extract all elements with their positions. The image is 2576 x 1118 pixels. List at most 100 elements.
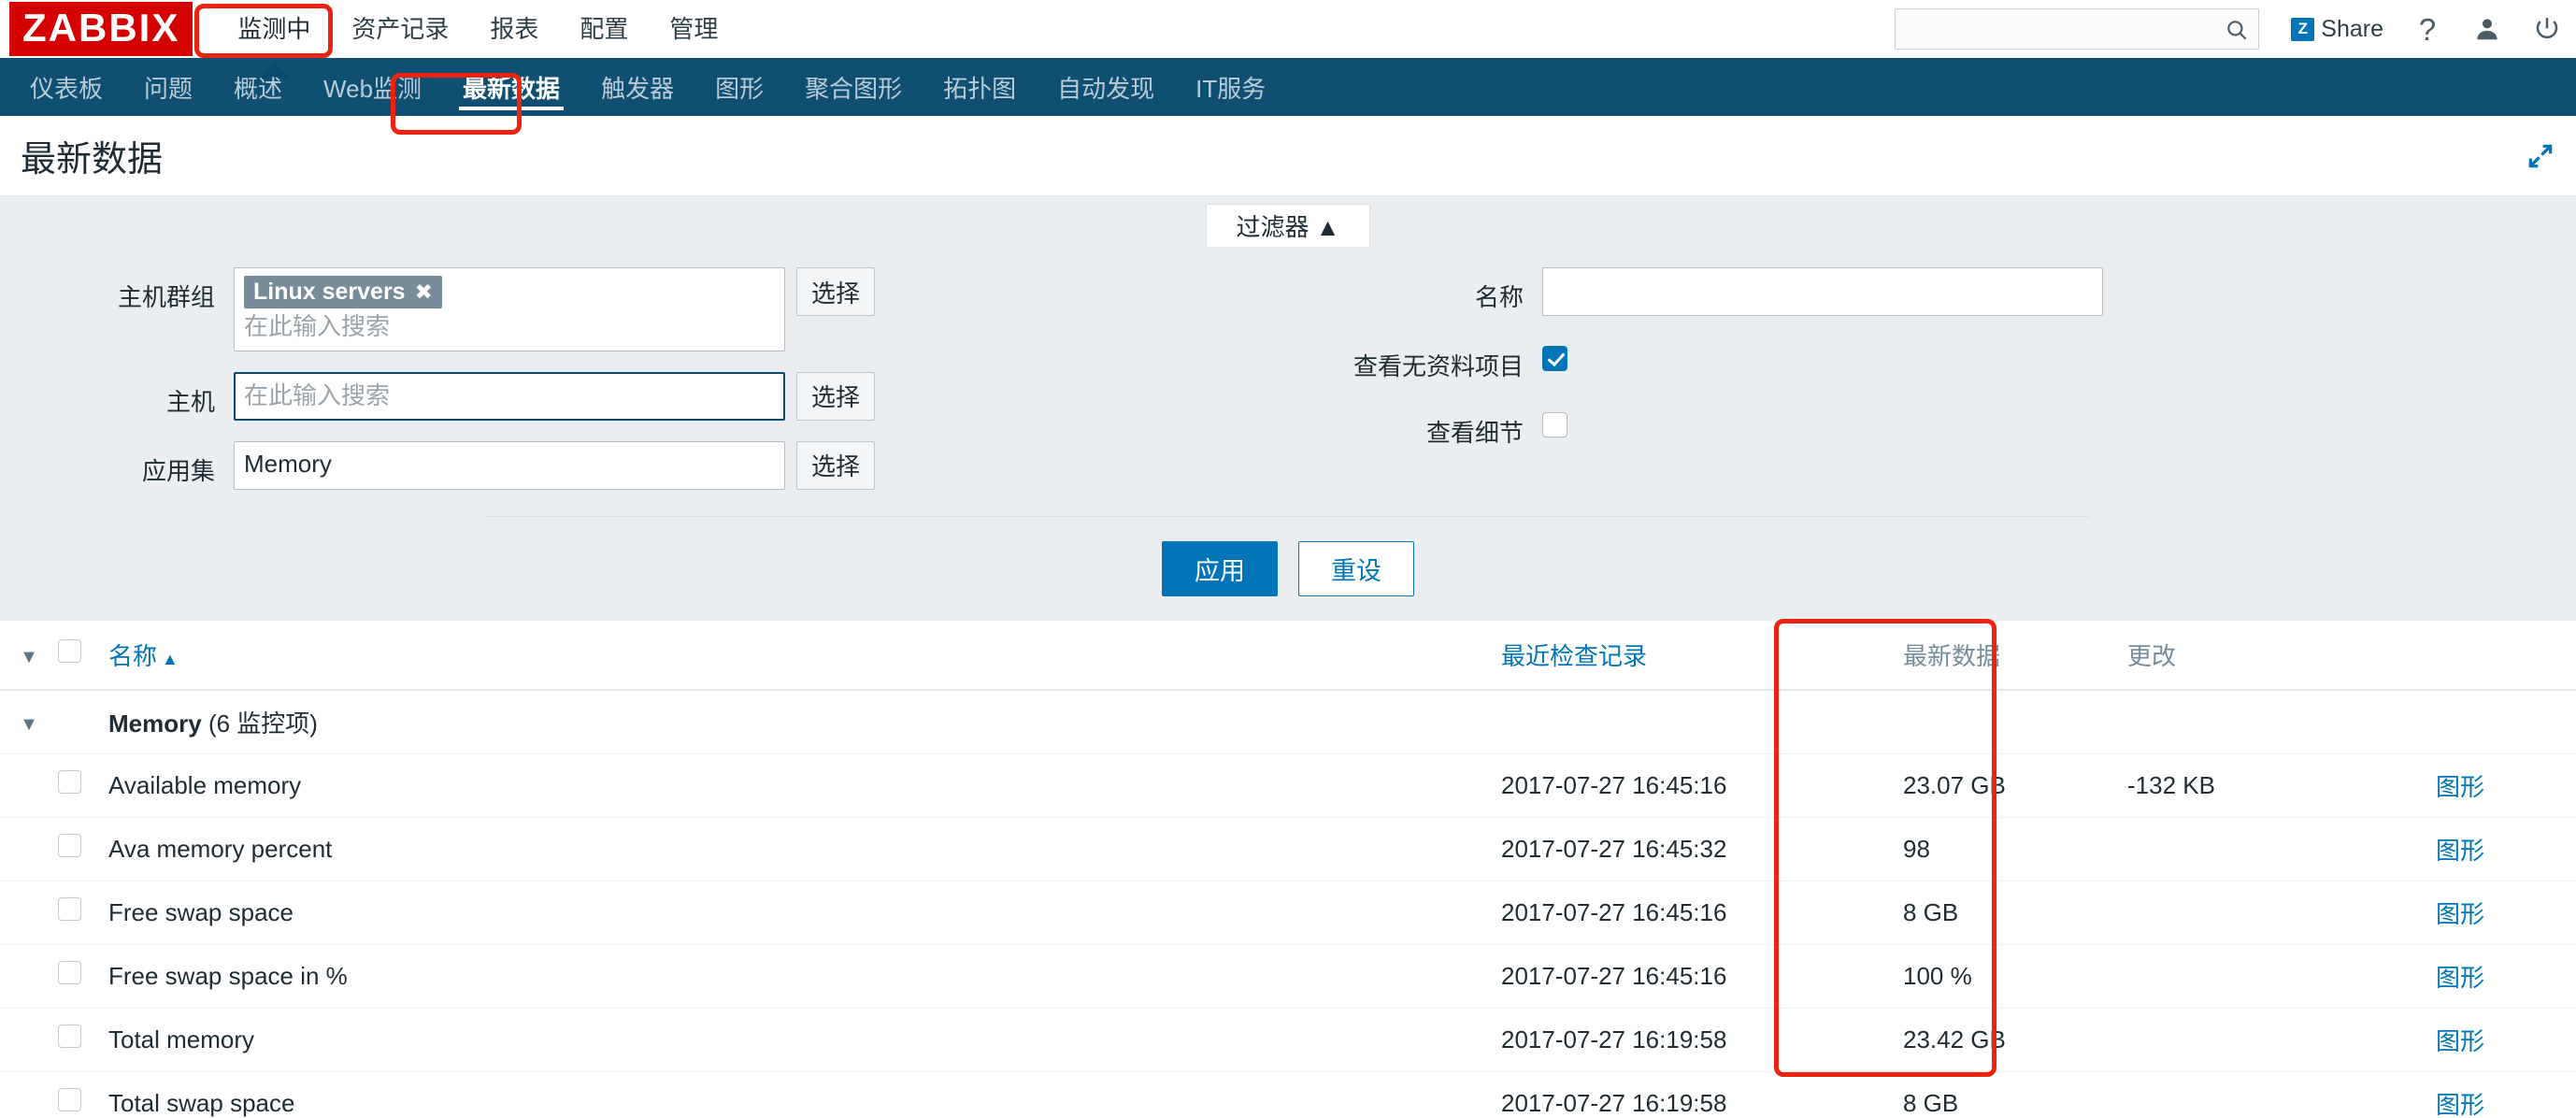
row-last-check: 2017-07-27 16:19:58 bbox=[1501, 1071, 1903, 1118]
graph-link[interactable]: 图形 bbox=[2436, 1091, 2484, 1118]
application-input[interactable]: Memory bbox=[234, 440, 785, 490]
select-all-checkbox[interactable] bbox=[58, 639, 81, 664]
group-collapse-toggle[interactable]: ▼ bbox=[0, 689, 58, 754]
graph-link[interactable]: 图形 bbox=[2436, 837, 2484, 865]
show-details-checkbox[interactable] bbox=[1542, 412, 1567, 437]
application-value: Memory bbox=[244, 449, 332, 478]
hostgroup-select-button[interactable]: 选择 bbox=[796, 267, 875, 316]
row-spacer bbox=[0, 881, 58, 945]
show-without-data-checkbox[interactable] bbox=[1542, 346, 1567, 371]
main-nav-label: 管理 bbox=[669, 15, 719, 43]
subnav-item-discovery[interactable]: 自动发现 bbox=[1037, 58, 1175, 116]
hostgroup-chip[interactable]: Linux servers ✖ bbox=[244, 276, 442, 308]
filter-section: 过滤器 ▲ 主机群组 Linux servers ✖ 在此输入搜索 选择 主机 … bbox=[0, 196, 2576, 621]
row-change: -132 KB bbox=[2127, 753, 2436, 818]
main-nav-item-monitoring[interactable]: 监测中 bbox=[217, 7, 331, 79]
subnav-label: 触发器 bbox=[601, 74, 675, 103]
subnav-item-screens[interactable]: 聚合图形 bbox=[784, 58, 923, 116]
logout-button[interactable] bbox=[2531, 13, 2563, 45]
row-item-name: Free swap space bbox=[108, 881, 1501, 945]
row-last-check: 2017-07-27 16:45:32 bbox=[1501, 817, 1903, 882]
share-button[interactable]: Z Share bbox=[2291, 16, 2383, 43]
host-multiselect[interactable]: 在此输入搜索 bbox=[234, 371, 785, 421]
row-item-name: Total swap space bbox=[108, 1071, 1501, 1118]
filter-hostgroup-label: 主机群组 bbox=[117, 283, 215, 311]
user-profile-button[interactable] bbox=[2471, 13, 2503, 45]
row-last-value: 98 bbox=[1903, 817, 2127, 882]
filter-tab-toggle[interactable]: 过滤器 ▲ bbox=[1205, 204, 1371, 247]
row-change bbox=[2127, 881, 2436, 945]
row-last-check: 2017-07-27 16:45:16 bbox=[1501, 944, 1903, 1009]
close-icon[interactable]: ✖ bbox=[415, 280, 433, 305]
row-checkbox[interactable] bbox=[58, 1088, 81, 1112]
subnav-item-overview[interactable]: 概述 bbox=[213, 58, 303, 116]
host-placeholder: 在此输入搜索 bbox=[244, 380, 391, 409]
main-nav-item-configuration[interactable]: 配置 bbox=[559, 7, 649, 50]
main-nav-label: 监测中 bbox=[237, 15, 311, 43]
column-header-graph bbox=[2436, 620, 2576, 691]
row-select-cell[interactable] bbox=[58, 881, 108, 945]
subnav-item-graphs[interactable]: 图形 bbox=[694, 58, 784, 116]
zabbix-logo[interactable]: ZABBIX bbox=[9, 2, 193, 56]
main-nav-label: 配置 bbox=[580, 15, 629, 43]
name-input[interactable] bbox=[1542, 267, 2103, 316]
subnav-item-triggers[interactable]: 触发器 bbox=[580, 58, 694, 116]
collapse-all-toggle[interactable]: ▼ bbox=[0, 620, 58, 691]
group-graph-cell bbox=[2436, 689, 2576, 754]
chevron-down-icon: ▼ bbox=[20, 713, 38, 735]
main-nav-item-administration[interactable]: 管理 bbox=[649, 7, 738, 50]
global-search[interactable] bbox=[1895, 8, 2260, 50]
subnav-item-problems[interactable]: 问题 bbox=[123, 58, 213, 116]
row-select-cell[interactable] bbox=[58, 944, 108, 1009]
row-change bbox=[2127, 817, 2436, 882]
row-checkbox[interactable] bbox=[58, 897, 81, 922]
column-header-name[interactable]: 名称 ▲ bbox=[108, 620, 1501, 691]
subnav-item-latest-data[interactable]: 最新数据 bbox=[442, 58, 580, 116]
row-last-value: 23.42 GB bbox=[1903, 1008, 2127, 1072]
row-select-cell[interactable] bbox=[58, 1071, 108, 1118]
subnav-label: 最新数据 bbox=[463, 74, 561, 103]
graph-link[interactable]: 图形 bbox=[2436, 900, 2484, 928]
apply-button[interactable]: 应用 bbox=[1162, 540, 1278, 596]
column-name-label: 名称 bbox=[108, 641, 158, 670]
graph-link[interactable]: 图形 bbox=[2436, 773, 2484, 801]
main-nav-item-inventory[interactable]: 资产记录 bbox=[331, 7, 469, 50]
row-checkbox[interactable] bbox=[58, 834, 81, 858]
reset-button[interactable]: 重设 bbox=[1298, 540, 1414, 596]
graph-link[interactable]: 图形 bbox=[2436, 964, 2484, 992]
filter-actions: 应用 重设 bbox=[486, 515, 2090, 621]
subnav-item-dashboard[interactable]: 仪表板 bbox=[9, 58, 123, 116]
row-graph-cell: 图形 bbox=[2436, 1071, 2576, 1118]
show-details-label: 查看细节 bbox=[1425, 419, 1524, 447]
search-input[interactable] bbox=[1896, 9, 2259, 49]
subnav-label: Web监测 bbox=[323, 74, 422, 103]
hostgroup-multiselect[interactable]: Linux servers ✖ 在此输入搜索 bbox=[234, 267, 785, 351]
row-select-cell[interactable] bbox=[58, 753, 108, 818]
main-nav-item-reports[interactable]: 报表 bbox=[469, 7, 559, 50]
latest-data-table: ▼ 名称 ▲ 最近检查记录 最新数据 更改 ▼ Memory (6 监控项) A… bbox=[0, 620, 2576, 1118]
fullscreen-icon[interactable] bbox=[2526, 141, 2555, 171]
row-checkbox[interactable] bbox=[58, 770, 81, 795]
filter-application-label: 应用集 bbox=[141, 456, 215, 485]
row-checkbox[interactable] bbox=[58, 961, 81, 985]
table-row: Free swap space 2017-07-27 16:45:16 8 GB… bbox=[0, 881, 2576, 945]
chevron-down-icon: ▼ bbox=[20, 646, 38, 667]
row-item-name: Available memory bbox=[108, 753, 1501, 818]
row-select-cell[interactable] bbox=[58, 1008, 108, 1072]
select-all-header[interactable] bbox=[58, 620, 108, 691]
host-select-button[interactable]: 选择 bbox=[796, 371, 875, 421]
subnav-item-web[interactable]: Web监测 bbox=[303, 58, 442, 116]
application-select-button[interactable]: 选择 bbox=[796, 440, 875, 490]
filter-field-show-details: 查看细节 bbox=[1290, 403, 2103, 449]
subnav-item-services[interactable]: IT服务 bbox=[1175, 58, 1286, 116]
help-button[interactable]: ? bbox=[2411, 13, 2443, 45]
row-graph-cell: 图形 bbox=[2436, 881, 2576, 945]
row-checkbox[interactable] bbox=[58, 1025, 81, 1049]
group-checkbox-cell bbox=[58, 689, 108, 754]
share-icon: Z bbox=[2291, 17, 2315, 41]
column-header-last-check[interactable]: 最近检查记录 bbox=[1501, 620, 1903, 691]
subnav-item-maps[interactable]: 拓扑图 bbox=[923, 58, 1037, 116]
search-icon[interactable] bbox=[2225, 18, 2249, 42]
graph-link[interactable]: 图形 bbox=[2436, 1027, 2484, 1055]
row-select-cell[interactable] bbox=[58, 817, 108, 882]
